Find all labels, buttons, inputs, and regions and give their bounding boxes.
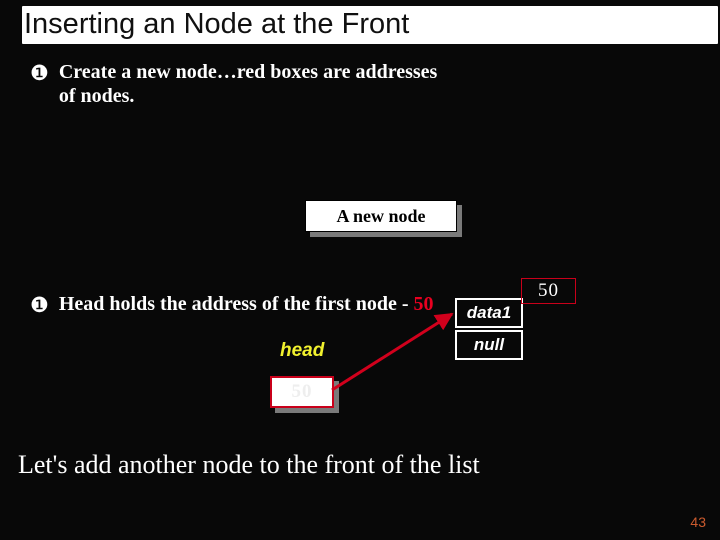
page-title: Inserting an Node at the Front: [22, 6, 718, 44]
head-label: head: [280, 340, 324, 362]
node-1: 50 data1 null: [455, 298, 525, 362]
arrow-head-to-node: [330, 308, 470, 398]
bullet-1: ❶ Create a new node…red boxes are addres…: [30, 60, 450, 108]
footer-text: Let's add another node to the front of t…: [18, 450, 480, 480]
new-node-label: A new node: [336, 206, 425, 227]
bullet-2: ❶ Head holds the address of the first no…: [30, 292, 433, 318]
new-node-box: A new node: [305, 200, 457, 232]
bullet-number-icon-1: ❶: [30, 60, 49, 86]
node-1-address: 50: [521, 278, 576, 304]
head-value: 50: [292, 381, 313, 403]
node-1-next-cell: null: [455, 330, 523, 360]
bullet-2-value: 50: [413, 293, 433, 315]
bullet-number-icon-2: ❶: [30, 292, 49, 318]
page-number: 43: [690, 514, 706, 530]
bullet-2-pre: Head holds the address of the first node…: [59, 293, 414, 315]
head-box: 50: [270, 376, 334, 408]
bullet-1-text: Create a new node…red boxes are addresse…: [59, 60, 450, 108]
node-1-data-cell: data1: [455, 298, 523, 328]
bullet-2-text: Head holds the address of the first node…: [59, 292, 434, 316]
